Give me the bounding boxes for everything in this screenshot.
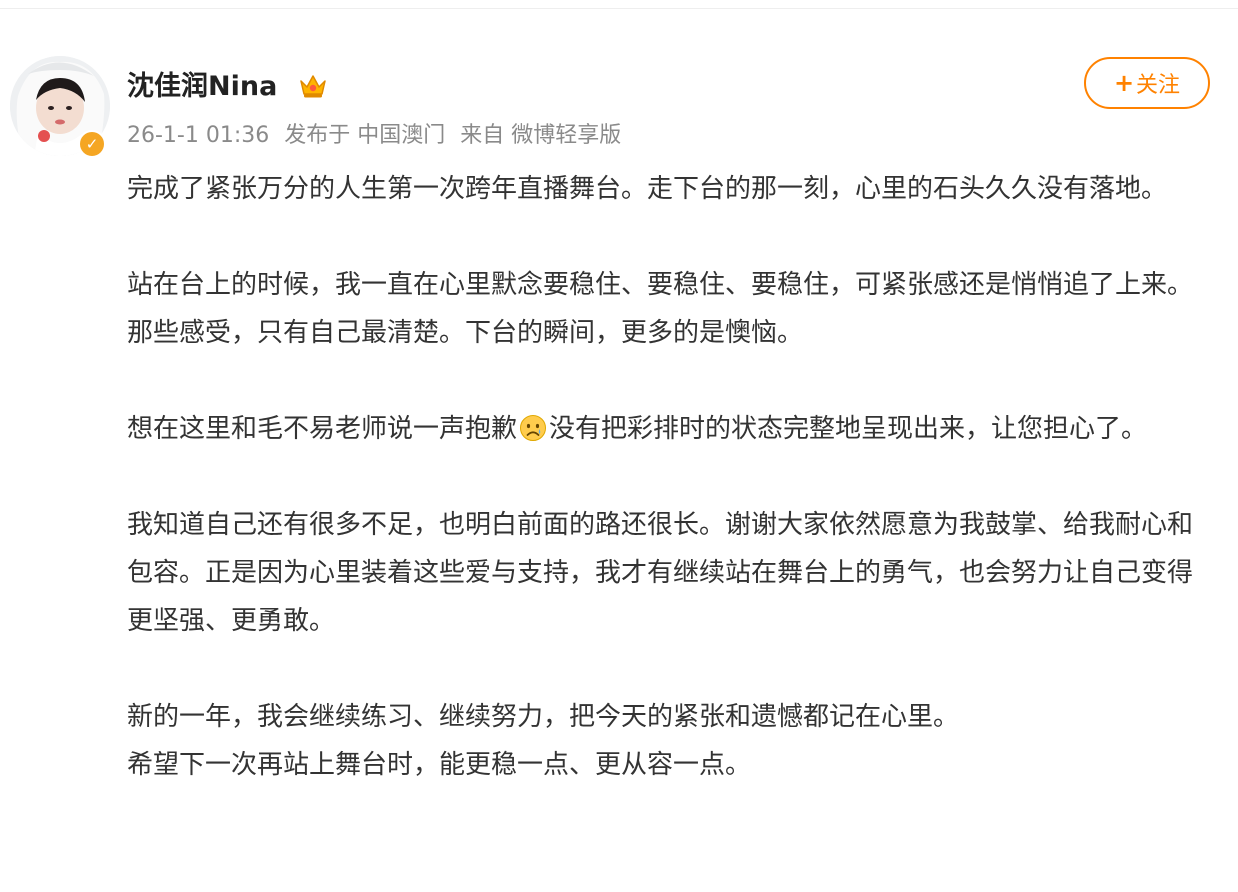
crown-icon: [300, 75, 326, 98]
post-meta: 26-1-1 01:36 发布于 中国澳门 来自 微博轻享版: [127, 117, 629, 149]
follow-button[interactable]: + 关注: [1084, 57, 1210, 109]
sad-face-emoji: [520, 415, 547, 441]
post-paragraph: 希望下一次再站上舞台时，能更稳一点、更从容一点。: [127, 750, 752, 780]
post-paragraph: 站在台上的时候，我一直在心里默念要稳住、要稳住、要稳住，可紧张感还是悄悄追了上来…: [127, 270, 1194, 348]
username[interactable]: 沈佳润Nina: [127, 64, 277, 103]
verified-badge-icon: ✓: [78, 130, 106, 158]
top-divider: [0, 0, 1238, 9]
apology-text-before: 想在这里和毛不易老师说一声抱歉: [127, 414, 518, 444]
post-timestamp[interactable]: 26-1-1 01:36: [127, 123, 269, 148]
post-paragraph: 完成了紧张万分的人生第一次跨年直播舞台。走下台的那一刻，心里的石头久久没有落地。: [127, 174, 1168, 204]
follow-label: 关注: [1136, 73, 1181, 98]
post-source[interactable]: 来自 微博轻享版: [460, 123, 621, 148]
post-paragraph: 新的一年，我会继续练习、继续努力，把今天的紧张和遗憾都记在心里。: [127, 702, 960, 732]
post-paragraph-apology: 想在这里和毛不易老师说一声抱歉 没有把彩排时的状态完整地呈现出来，让您担心了。: [127, 405, 1217, 453]
plus-icon: +: [1113, 69, 1135, 97]
weibo-post: ✓ 沈佳润Nina 26-1-1 01:36 发布于 中国澳门 来自 微博轻享版…: [0, 0, 1238, 892]
post-content: 完成了紧张万分的人生第一次跨年直播舞台。走下台的那一刻，心里的石头久久没有落地。…: [127, 165, 1217, 789]
apology-text-after: 没有把彩排时的状态完整地呈现出来，让您担心了。: [549, 414, 1148, 444]
post-paragraph: 我知道自己还有很多不足，也明白前面的路还很长。谢谢大家依然愿意为我鼓掌、给我耐心…: [127, 510, 1194, 636]
post-location: 发布于 中国澳门: [284, 123, 446, 148]
